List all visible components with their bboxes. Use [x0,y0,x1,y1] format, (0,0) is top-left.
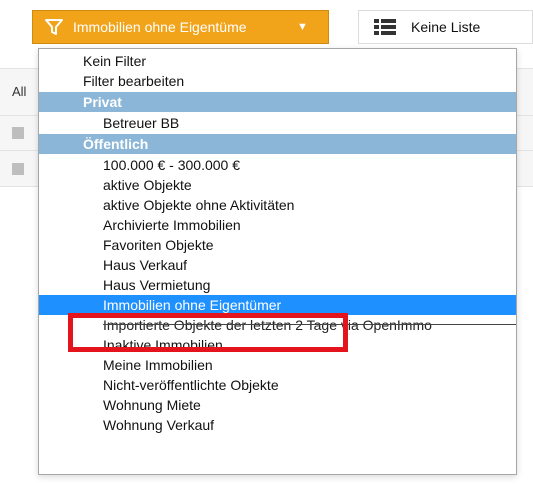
background-text: All [12,84,27,99]
menu-item[interactable]: Nicht-veröffentlichte Objekte [39,375,516,395]
menu-item-betreuer-bb[interactable]: Betreuer BB [39,113,516,133]
menu-item[interactable]: Favoriten Objekte [39,235,516,255]
menu-item[interactable]: 100.000 € - 300.000 € [39,155,516,175]
menu-item[interactable]: Haus Vermietung [39,275,516,295]
list-button-label: Keine Liste [411,19,481,35]
menu-item[interactable]: aktive Objekte [39,175,516,195]
menu-item[interactable]: Wohnung Verkauf [39,415,516,435]
menu-item[interactable]: Wohnung Miete [39,395,516,415]
menu-item-filter-bearbeiten[interactable]: Filter bearbeiten [39,71,516,91]
funnel-icon [45,19,63,35]
menu-item-selected[interactable]: Immobilien ohne Eigentümer [39,295,516,315]
caret-down-icon: ▼ [297,21,308,33]
filter-dropdown-button[interactable]: Immobilien ohne Eigentüme ▼ [32,10,329,44]
row-icon [12,127,24,139]
filter-dropdown-menu: Kein Filter Filter bearbeiten Privat Bet… [38,48,517,475]
group-header-oeffentlich: Öffentlich [39,134,516,154]
list-dropdown-button[interactable]: Keine Liste [358,10,533,44]
list-icon [374,19,396,35]
menu-item[interactable]: Haus Verkauf [39,255,516,275]
group-header-privat: Privat [39,92,516,112]
menu-item[interactable]: Meine Immobilien [39,355,516,375]
menu-item[interactable]: Inaktive Immobilien [39,335,516,355]
filter-button-label: Immobilien ohne Eigentüme [73,19,247,35]
row-icon [12,163,24,175]
menu-item[interactable]: aktive Objekte ohne Aktivitäten [39,195,516,215]
menu-item[interactable]: Importierte Objekte der letzten 2 Tage v… [39,315,516,335]
menu-item-kein-filter[interactable]: Kein Filter [39,51,516,71]
menu-item[interactable]: Archivierte Immobilien [39,215,516,235]
